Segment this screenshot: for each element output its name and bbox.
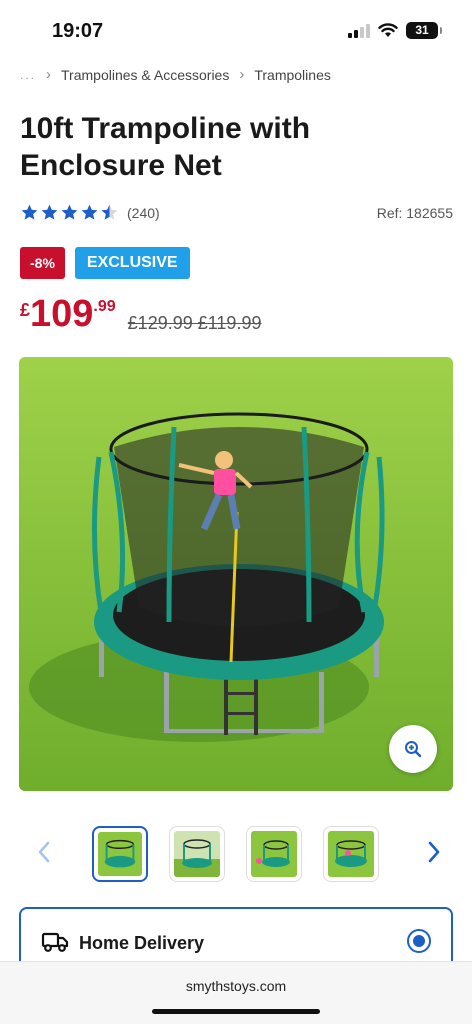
trampoline-thumbnail-image <box>251 831 297 877</box>
browser-url-bar[interactable]: smythstoys.com <box>0 961 472 1024</box>
trampoline-photo <box>19 357 453 791</box>
price-pence: .99 <box>93 298 116 315</box>
product-main-image[interactable] <box>19 357 453 791</box>
thumbnail-carousel <box>32 826 442 882</box>
thumbnail-2[interactable] <box>169 826 225 882</box>
chevron-right-icon: › <box>46 66 52 83</box>
chevron-left-icon <box>38 841 50 863</box>
status-time: 19:07 <box>52 20 104 42</box>
star-half-icon <box>101 204 118 220</box>
star-rating <box>20 203 119 222</box>
trampoline-thumbnail-image <box>328 831 374 877</box>
thumbnail-4[interactable] <box>323 826 379 882</box>
url-text[interactable]: smythstoys.com <box>0 978 472 994</box>
zoom-in-icon <box>405 741 422 758</box>
price-currency: £ <box>20 300 31 320</box>
trampoline-thumbnail-image <box>98 832 142 876</box>
product-rating[interactable]: (240) <box>20 203 160 222</box>
home-indicator <box>152 1009 320 1014</box>
cellular-signal-icon <box>348 23 370 38</box>
product-title: 10ft Trampoline with Enclosure Net <box>20 112 311 182</box>
carousel-prev-button[interactable] <box>36 840 52 869</box>
breadcrumb: ... › Trampolines & Accessories › Trampo… <box>20 66 331 83</box>
star-full-icon <box>61 204 78 220</box>
home-delivery-label: Home Delivery <box>79 933 205 953</box>
home-delivery-radio[interactable] <box>407 929 431 953</box>
star-full-icon <box>21 204 38 220</box>
product-ref: Ref: 182655 <box>376 205 453 221</box>
discount-badge: -8% <box>20 247 65 279</box>
star-full-icon <box>41 204 58 220</box>
chevron-right-icon: › <box>239 66 245 83</box>
battery-icon: 31 <box>406 22 442 39</box>
star-full-icon <box>81 204 98 220</box>
carousel-next-button[interactable] <box>426 840 442 869</box>
breadcrumb-item-trampolines[interactable]: Trampolines <box>254 67 331 83</box>
delivery-truck-icon <box>41 932 69 952</box>
old-prices: £129.99 £119.99 <box>127 313 262 333</box>
price-pounds: 109 <box>30 293 94 335</box>
breadcrumb-item-trampolines-accessories[interactable]: Trampolines & Accessories <box>61 67 229 83</box>
price-row: £ 109 .99 £129.99 £119.99 <box>20 294 261 334</box>
rating-count[interactable]: (240) <box>127 205 160 221</box>
current-price: £ 109 .99 <box>20 294 116 334</box>
zoom-button[interactable] <box>389 725 437 773</box>
product-badges: -8% EXCLUSIVE <box>20 247 190 279</box>
status-icons: 31 <box>348 22 442 39</box>
exclusive-badge: EXCLUSIVE <box>74 247 190 279</box>
wifi-icon <box>378 23 398 37</box>
chevron-right-icon <box>428 841 440 863</box>
breadcrumb-ellipsis[interactable]: ... <box>20 68 36 82</box>
status-bar: 19:07 31 <box>0 0 472 62</box>
thumbnail-3[interactable] <box>246 826 302 882</box>
thumbnail-1[interactable] <box>92 826 148 882</box>
trampoline-thumbnail-image <box>174 831 220 877</box>
